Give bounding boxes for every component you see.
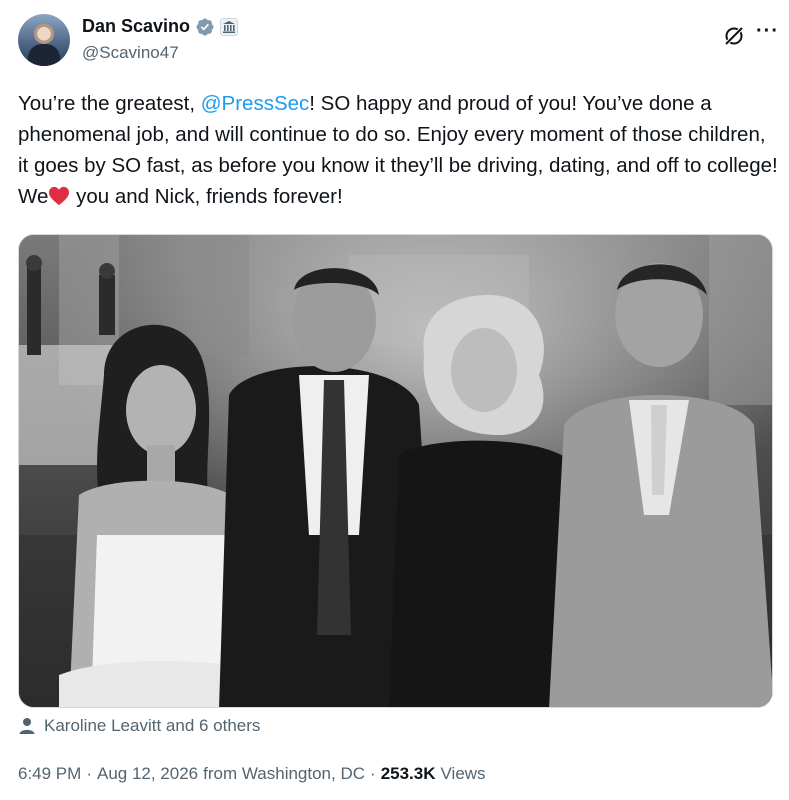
person-icon bbox=[19, 718, 35, 734]
author-handle[interactable]: @Scavino47 bbox=[82, 43, 179, 63]
tweet-text-part-3: you and Nick, friends forever! bbox=[70, 185, 343, 208]
meta-separator: · bbox=[370, 764, 376, 783]
heart-emoji-icon bbox=[49, 186, 70, 206]
tweet-time[interactable]: 6:49 PM bbox=[18, 764, 81, 784]
tweet-location: from Washington, DC bbox=[203, 764, 366, 783]
tweet-date[interactable]: Aug 12, 2026 bbox=[97, 764, 198, 784]
tweet-text: You’re the greatest, @PressSec! SO happy… bbox=[18, 88, 778, 212]
author-avatar[interactable] bbox=[18, 14, 70, 66]
author-name-row: Dan Scavino bbox=[82, 16, 239, 37]
tagged-people-label: Karoline Leavitt and 6 others bbox=[44, 716, 261, 735]
tweet-photo[interactable] bbox=[18, 234, 773, 708]
views-count: 253.3K bbox=[380, 764, 436, 783]
tweet-text-part-1: You’re the greatest, bbox=[18, 92, 201, 115]
more-options-icon[interactable]: ··· bbox=[756, 21, 778, 46]
tweet-header: Dan Scavino @Scavino47 ··· bbox=[18, 10, 778, 70]
tagged-people[interactable]: Karoline Leavitt and 6 others bbox=[18, 716, 260, 736]
grok-icon[interactable] bbox=[722, 24, 746, 48]
meta-separator: · bbox=[86, 764, 92, 783]
mention-link[interactable]: @PressSec bbox=[201, 92, 310, 115]
author-display-name[interactable]: Dan Scavino bbox=[82, 16, 190, 37]
government-building-icon[interactable] bbox=[220, 17, 239, 36]
views-label: Views bbox=[440, 764, 486, 783]
tweet-meta: 6:49 PM · Aug 12, 2026 from Washington, … bbox=[18, 764, 486, 784]
verified-badge-icon[interactable] bbox=[195, 17, 215, 37]
